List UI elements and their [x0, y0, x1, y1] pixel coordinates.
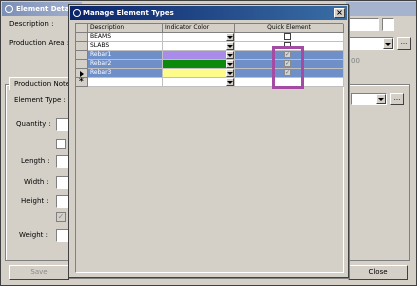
- description-label: Description :: [9, 20, 54, 28]
- indicator-color-cell[interactable]: [163, 42, 235, 51]
- chevron-down-icon[interactable]: [226, 69, 234, 77]
- titlebar-right-segment: [346, 2, 416, 16]
- highlight-annotation: [272, 46, 304, 89]
- description-cell[interactable]: Rebar3: [88, 69, 163, 78]
- chevron-down-icon[interactable]: [226, 33, 234, 41]
- color-swatch: [163, 60, 226, 68]
- right-value-text: 00: [351, 57, 360, 65]
- color-swatch: [163, 33, 226, 41]
- description-cell[interactable]: [88, 78, 163, 87]
- description-cell[interactable]: Rebar1: [88, 51, 163, 60]
- quantity-label: Quantity :: [16, 120, 51, 128]
- color-swatch: [163, 69, 226, 77]
- app-icon: [5, 5, 13, 13]
- indicator-color-cell[interactable]: [163, 60, 235, 69]
- column-header-quick-element[interactable]: Quick Element: [235, 24, 344, 33]
- app-icon: [73, 9, 81, 17]
- row-selector[interactable]: [76, 51, 88, 60]
- close-icon[interactable]: ×: [334, 8, 345, 18]
- save-button[interactable]: Save: [9, 265, 69, 280]
- indicator-color-cell[interactable]: [163, 69, 235, 78]
- element-type-select[interactable]: [351, 93, 387, 105]
- description-cell[interactable]: BEAMS: [88, 33, 163, 42]
- row-selector[interactable]: [76, 60, 88, 69]
- dialog-titlebar: Manage Element Types ×: [70, 6, 347, 20]
- description-cell[interactable]: Rebar2: [88, 60, 163, 69]
- color-swatch: [163, 51, 226, 59]
- chevron-down-icon[interactable]: [226, 60, 234, 68]
- production-area-select[interactable]: [349, 37, 394, 50]
- color-box[interactable]: [382, 18, 394, 31]
- close-button[interactable]: Close: [348, 265, 408, 280]
- description-input[interactable]: [349, 18, 379, 31]
- length-label: Length :: [21, 157, 50, 165]
- table-row[interactable]: BEAMS: [76, 33, 344, 42]
- element-details-title: Element Deta: [16, 5, 70, 13]
- manage-element-types-dialog: Manage Element Types × Description Indic…: [68, 4, 349, 278]
- height-checkbox: ✓: [56, 212, 66, 222]
- indicator-color-cell[interactable]: [163, 51, 235, 60]
- description-cell[interactable]: SLABS: [88, 42, 163, 51]
- quantity-checkbox[interactable]: [56, 139, 66, 149]
- element-type-browse-button[interactable]: ...: [390, 93, 404, 105]
- quick-element-cell: [235, 33, 344, 42]
- color-swatch: [163, 42, 226, 50]
- quick-element-checkbox[interactable]: [284, 33, 291, 40]
- production-area-label: Production Area :: [9, 39, 70, 47]
- new-row-indicator-icon[interactable]: [76, 77, 88, 87]
- row-selector[interactable]: [76, 42, 88, 51]
- chevron-down-icon[interactable]: [383, 38, 393, 49]
- width-label: Width :: [24, 178, 49, 186]
- column-header-description[interactable]: Description: [88, 24, 163, 33]
- chevron-down-icon[interactable]: [376, 94, 386, 104]
- element-type-label: Element Type :: [14, 96, 66, 104]
- chevron-down-icon[interactable]: [226, 42, 234, 50]
- color-swatch: [163, 78, 226, 86]
- indicator-color-cell[interactable]: [163, 78, 235, 87]
- production-area-browse-button[interactable]: ...: [397, 37, 411, 50]
- column-header-indicator-color[interactable]: Indicator Color: [163, 24, 235, 33]
- row-selector[interactable]: [76, 33, 88, 42]
- height-label: Height :: [21, 197, 49, 205]
- chevron-down-icon[interactable]: [226, 51, 234, 59]
- chevron-down-icon[interactable]: [226, 78, 234, 86]
- dialog-title: Manage Element Types: [83, 9, 174, 17]
- weight-label: Weight :: [19, 231, 48, 239]
- indicator-color-cell[interactable]: [163, 33, 235, 42]
- grid-corner-header: [76, 24, 88, 33]
